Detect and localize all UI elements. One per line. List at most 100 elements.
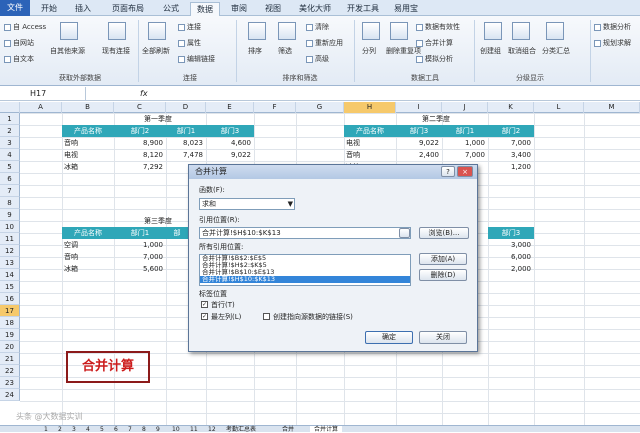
row-header[interactable]: 24 [0,389,20,401]
reapply-button[interactable]: 重新应用 [306,38,343,48]
q3-cell[interactable]: 空调 [64,239,114,251]
col-header-b[interactable]: B [62,102,114,113]
from-text-button[interactable]: 自文本 [4,54,34,64]
collapse-dialog-icon[interactable] [399,228,410,238]
row-header[interactable]: 19 [0,329,20,341]
col-header-l[interactable]: L [534,102,584,113]
function-select[interactable]: 求和 ▼ [199,198,295,210]
row-header[interactable]: 7 [0,185,20,197]
solver-button[interactable]: 规划求解 [594,38,631,48]
ungroup-button[interactable]: 取消组合 [508,46,536,56]
tab-review[interactable]: 审阅 [224,2,254,16]
q4-cell[interactable]: 3,000 [488,239,534,251]
name-box[interactable]: H17 [0,87,86,100]
tab-formulas[interactable]: 公式 [156,2,186,16]
row-header[interactable]: 14 [0,269,20,281]
q1-cell[interactable]: 冰箱 [64,161,114,173]
row-header[interactable]: 4 [0,149,20,161]
row-header[interactable]: 8 [0,197,20,209]
col-header-a[interactable]: A [20,102,62,113]
col-header-d[interactable]: D [166,102,206,113]
filter-button[interactable]: 筛选 [278,46,292,56]
tab-data[interactable]: 数据 [190,2,220,16]
existing-conn-button[interactable]: 现有连接 [102,46,130,56]
q2-cell[interactable]: 1,000 [442,137,488,149]
help-button[interactable]: ? [441,166,455,177]
left-column-checkbox[interactable]: ✓ [201,313,208,320]
clear-button[interactable]: 清除 [306,22,329,32]
properties-button[interactable]: 属性 [178,38,201,48]
q1-cell[interactable]: 9,022 [206,149,254,161]
row-header[interactable]: 21 [0,353,20,365]
other-source-button[interactable]: 自其他来源 [50,46,85,56]
close-button[interactable]: 关闭 [419,331,467,344]
tab-page-layout[interactable]: 页面布局 [104,2,152,16]
data-validation-button[interactable]: 数据有效性 [416,22,460,32]
row-header[interactable]: 13 [0,257,20,269]
what-if-button[interactable]: 模拟分析 [416,54,453,64]
row-header[interactable]: 20 [0,341,20,353]
row-header[interactable]: 22 [0,365,20,377]
row-header[interactable]: 16 [0,293,20,305]
tab-easy[interactable]: 易用宝 [388,2,424,16]
q2-cell[interactable]: 电视 [346,137,396,149]
q3-cell[interactable]: 7,000 [114,251,166,263]
advanced-button[interactable]: 高级 [306,54,329,64]
q4-cell[interactable]: 2,000 [488,263,534,275]
select-all-corner[interactable] [0,102,20,113]
first-row-checkbox[interactable]: ✓ [201,301,208,308]
tab-home[interactable]: 开始 [34,2,64,16]
q2-cell[interactable]: 9,022 [396,137,442,149]
consolidate-button[interactable]: 合并计算 [416,38,453,48]
close-x-button[interactable]: × [457,166,473,177]
q1-cell[interactable]: 8,120 [114,149,166,161]
q4-cell[interactable]: 6,000 [488,251,534,263]
connections-button[interactable]: 连接 [178,22,201,32]
tab-insert[interactable]: 插入 [68,2,98,16]
q1-cell[interactable]: 8,023 [166,137,206,149]
q3-cell[interactable]: 冰箱 [64,263,114,275]
col-header-m[interactable]: M [584,102,640,113]
q1-cell[interactable]: 7,292 [114,161,166,173]
data-analysis-button[interactable]: 数据分析 [594,22,631,32]
group-button[interactable]: 创建组 [480,46,501,56]
add-button[interactable]: 添加(A) [419,253,467,265]
reference-input[interactable]: 合并计算!$H$10:$K$13 [199,227,411,239]
col-header-k[interactable]: K [488,102,534,113]
col-header-h[interactable]: H [344,102,396,113]
row-header[interactable]: 10 [0,221,20,233]
q1-cell[interactable]: 电视 [64,149,114,161]
q3-cell[interactable]: 1,000 [114,239,166,251]
text-to-columns-button[interactable]: 分列 [362,46,376,56]
row-header[interactable]: 9 [0,209,20,221]
row-header[interactable]: 23 [0,377,20,389]
fx-icon[interactable]: fx [140,87,148,100]
row-header[interactable]: 1 [0,113,20,125]
q2-cell[interactable]: 3,400 [488,149,534,161]
col-header-g[interactable]: G [296,102,344,113]
refresh-all-button[interactable]: 全部刷新 [142,46,170,56]
row-header[interactable]: 12 [0,245,20,257]
q2-cell[interactable]: 7,000 [442,149,488,161]
col-header-e[interactable]: E [206,102,254,113]
link-source-checkbox[interactable] [263,313,270,320]
row-header[interactable]: 2 [0,125,20,137]
delete-button[interactable]: 删除(D) [419,269,467,281]
all-references-list[interactable]: 合并计算!$B$2:$E$5 合并计算!$H$2:$K$5 合并计算!$B$10… [199,254,411,286]
q2-cell[interactable]: 1,200 [488,161,534,173]
row-header[interactable]: 6 [0,173,20,185]
edit-links-button[interactable]: 编辑链接 [178,54,215,64]
sort-button[interactable]: 排序 [248,46,262,56]
col-header-i[interactable]: I [396,102,442,113]
subtotal-button[interactable]: 分类汇总 [542,46,570,56]
q3-cell[interactable]: 5,600 [114,263,166,275]
col-header-j[interactable]: J [442,102,488,113]
row-header[interactable]: 11 [0,233,20,245]
q2-cell[interactable]: 7,000 [488,137,534,149]
col-header-f[interactable]: F [254,102,296,113]
ok-button[interactable]: 确定 [365,331,413,344]
q1-cell[interactable]: 音响 [64,137,114,149]
row-header[interactable]: 3 [0,137,20,149]
tab-view[interactable]: 视图 [258,2,288,16]
row-header[interactable]: 5 [0,161,20,173]
